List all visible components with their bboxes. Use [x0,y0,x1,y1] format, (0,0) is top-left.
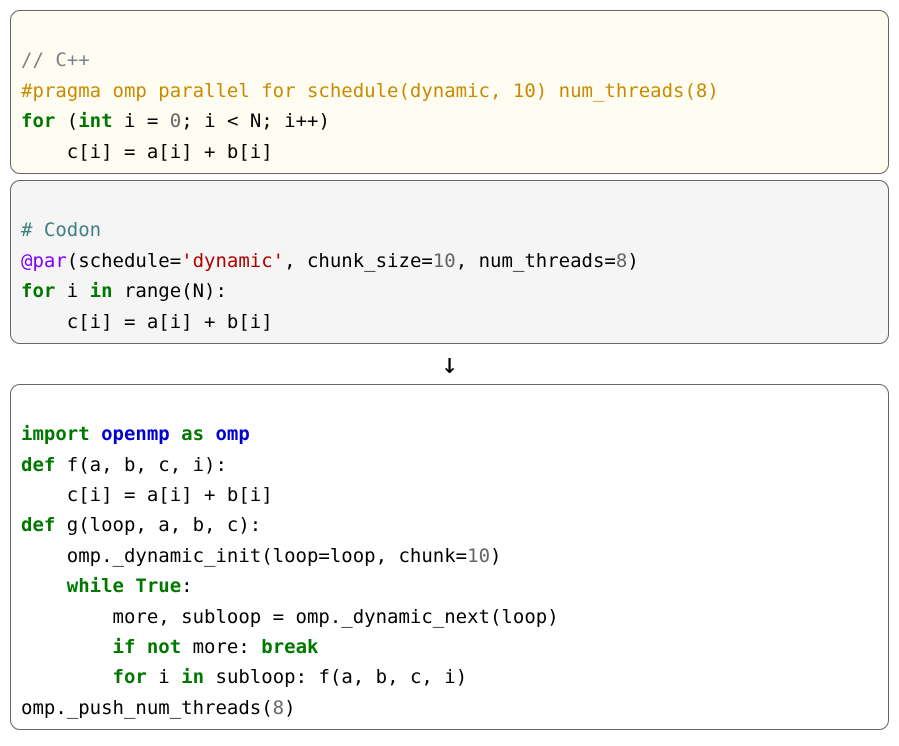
result-code-box: import openmp as omp def f(a, b, c, i): … [10,384,889,730]
push-threads-line: omp._push_num_threads( [21,697,273,719]
codon-body: c[i] = a[i] + b[i] [21,311,273,333]
def-keyword: def [21,454,55,476]
codon-for-keyword: for [21,280,55,302]
cpp-pragma: #pragma omp parallel for schedule(dynami… [21,80,719,102]
import-keyword: import [21,423,90,445]
cpp-code-box: // C++ #pragma omp parallel for schedule… [10,10,889,174]
f-body: c[i] = a[i] + b[i] [21,484,273,506]
module-name: openmp [90,423,182,445]
cpp-for-keyword: for [21,110,55,132]
codon-decorator: @par [21,250,67,272]
arrow-down-icon: ↓ [10,350,889,378]
codon-comment: # Codon [21,219,101,241]
codon-code-box: # Codon @par(schedule='dynamic', chunk_s… [10,180,889,344]
cpp-comment: // C++ [21,49,90,71]
cpp-body: c[i] = a[i] + b[i] [21,141,273,163]
while-keyword: while [67,575,124,597]
dynamic-next-line: more, subloop = omp._dynamic_next(loop) [21,606,559,628]
break-keyword: break [261,636,318,658]
cpp-int-keyword: int [78,110,112,132]
if-keyword: if [113,636,136,658]
